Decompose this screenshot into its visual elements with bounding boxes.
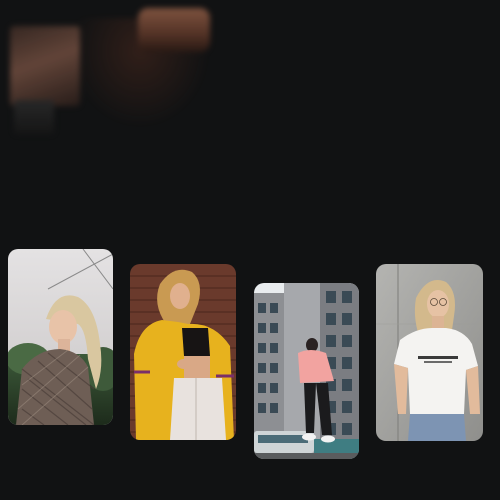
woman-white-tshirt-photo [376,264,483,441]
blonde-woman-plaid-coat-photo [8,249,113,425]
woman-yellow-jacket-photo [130,264,236,440]
person-pink-hoodie-building-photo [254,283,359,459]
hero-preview-tile [14,100,54,134]
photo-card-3[interactable] [254,283,359,459]
photo-card-4[interactable] [376,264,483,441]
hero-preview-tile [138,8,210,52]
blurred-hero-preview [10,8,210,134]
hero-preview-tile [10,26,80,106]
photo-card-2[interactable] [130,264,236,440]
photo-gallery-screen [0,0,500,500]
photo-card-1[interactable] [8,249,113,425]
